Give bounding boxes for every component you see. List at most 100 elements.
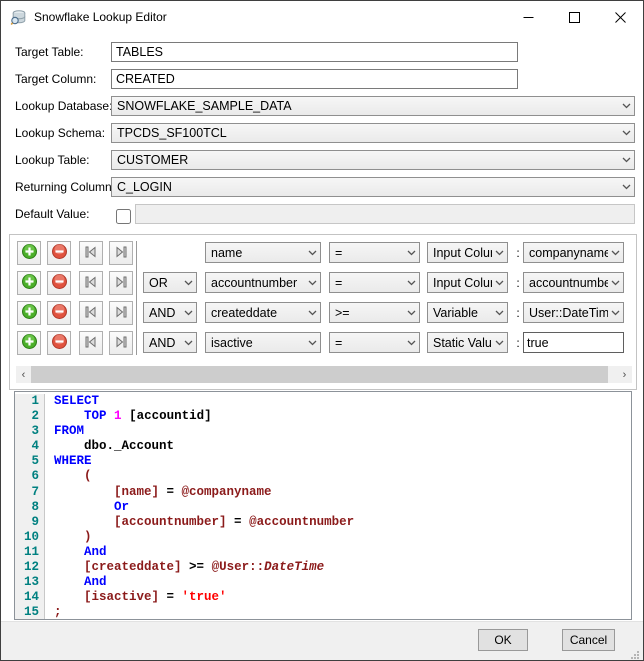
remove-row-button[interactable] (47, 301, 71, 325)
scroll-right-button[interactable]: › (617, 366, 632, 383)
condition-row: name = Input Column:companyname (10, 241, 636, 265)
scrollbar-thumb[interactable] (31, 366, 608, 383)
add-row-button[interactable] (17, 331, 41, 355)
move-first-icon (83, 274, 99, 293)
remove-row-button[interactable] (47, 241, 71, 265)
remove-row-button[interactable] (47, 271, 71, 295)
line-number: 1 (15, 394, 45, 410)
field-select[interactable]: createddate (205, 302, 321, 323)
move-last-button[interactable] (109, 241, 133, 265)
sql-line: 11 And (15, 544, 631, 561)
default-value-input[interactable] (135, 204, 635, 224)
chevron-down-icon (492, 250, 507, 256)
move-last-icon (113, 304, 129, 323)
chevron-down-icon (404, 250, 419, 256)
add-row-icon (21, 243, 38, 263)
operator-select[interactable]: >= (329, 302, 420, 323)
sql-line: 2 TOP 1 [accountid] (15, 409, 631, 425)
lookup-table-label: Lookup Table: (15, 153, 90, 167)
colon-separator: : (516, 246, 520, 260)
chevron-down-icon (305, 340, 320, 346)
colon-separator: : (516, 306, 520, 320)
line-number: 3 (15, 424, 45, 440)
line-number: 9 (15, 514, 45, 530)
value-select[interactable]: companyname (523, 242, 624, 263)
chevron-left-icon: ‹ (21, 368, 26, 381)
target-table-input[interactable] (111, 42, 518, 62)
operator-select[interactable]: = (329, 272, 420, 293)
close-icon (614, 11, 626, 23)
cancel-button[interactable]: Cancel (562, 629, 615, 651)
field-select[interactable]: name (205, 242, 321, 263)
colon-separator: : (516, 336, 520, 350)
value-type-select[interactable]: Variable (427, 302, 508, 323)
chevron-down-icon (492, 310, 507, 316)
lookup-schema-select[interactable]: TPCDS_SF100TCL (111, 123, 635, 143)
sql-preview-panel[interactable]: 1 SELECT 2 TOP 1 [accountid] 3 FROM 4 dbo._Ac… (14, 391, 632, 620)
chevron-down-icon (305, 250, 320, 256)
value-type-select[interactable]: Static Value (427, 332, 508, 353)
operator-select[interactable]: = (329, 332, 420, 353)
value-type-select[interactable]: Input Column (427, 272, 508, 293)
horizontal-scrollbar[interactable]: ‹ › (16, 366, 632, 383)
field-select[interactable]: isactive (205, 332, 321, 353)
chevron-down-icon (492, 340, 507, 346)
field-select[interactable]: accountnumber (205, 272, 321, 293)
lookup-database-select[interactable]: SNOWFLAKE_SAMPLE_DATA (111, 96, 635, 116)
operator-select[interactable]: = (329, 242, 420, 263)
line-number: 15 (15, 605, 45, 619)
conjunction-select[interactable]: OR (143, 272, 197, 293)
value-input[interactable] (523, 332, 624, 353)
sql-line: 15; (15, 605, 631, 619)
add-row-icon (21, 273, 38, 293)
move-last-button[interactable] (109, 331, 133, 355)
move-first-icon (83, 244, 99, 263)
move-last-button[interactable] (109, 271, 133, 295)
move-last-button[interactable] (109, 301, 133, 325)
move-first-icon (83, 334, 99, 353)
chevron-down-icon (404, 280, 419, 286)
scroll-left-button[interactable]: ‹ (16, 366, 31, 383)
move-first-button[interactable] (79, 271, 103, 295)
default-value-checkbox[interactable] (116, 209, 131, 224)
move-first-button[interactable] (79, 331, 103, 355)
add-row-button[interactable] (17, 271, 41, 295)
remove-row-button[interactable] (47, 331, 71, 355)
chevron-down-icon (608, 310, 623, 316)
lookup-database-label: Lookup Database: (15, 99, 113, 113)
move-first-button[interactable] (79, 301, 103, 325)
colon-separator: : (516, 276, 520, 290)
maximize-button[interactable] (551, 1, 597, 33)
chevron-down-icon (492, 280, 507, 286)
chevron-down-icon (608, 250, 623, 256)
line-number: 2 (15, 409, 45, 425)
add-row-button[interactable] (17, 241, 41, 265)
value-type-select[interactable]: Input Column (427, 242, 508, 263)
condition-row: ORaccountnumber=Input Column:accountnumb… (10, 271, 636, 295)
lookup-table-select[interactable]: CUSTOMER (111, 150, 635, 170)
default-value-label: Default Value: (15, 207, 90, 221)
line-number: 13 (15, 575, 45, 591)
line-number: 5 (15, 454, 45, 470)
sql-line: 13 And (15, 575, 631, 591)
add-row-button[interactable] (17, 301, 41, 325)
sql-code: 1 SELECT 2 TOP 1 [accountid] 3 FROM 4 dbo._Ac… (15, 392, 631, 619)
chevron-down-icon (181, 340, 196, 346)
conjunction-select[interactable]: AND (143, 332, 197, 353)
value-select[interactable]: User::DateTime (523, 302, 624, 323)
sql-line: 3 FROM (15, 424, 631, 440)
chevron-down-icon (608, 280, 623, 286)
condition-row: AND isactive = Static Value: (10, 331, 636, 355)
move-first-button[interactable] (79, 241, 103, 265)
ok-button[interactable]: OK (478, 629, 528, 651)
sql-line: 12 [createddate] >= @User::DateTime (15, 560, 631, 576)
conjunction-select[interactable]: AND (143, 302, 197, 323)
close-button[interactable] (597, 1, 643, 33)
target-column-label: Target Column: (15, 72, 97, 86)
value-select[interactable]: accountnumber (523, 272, 624, 293)
returning-column-select[interactable]: C_LOGIN (111, 177, 635, 197)
chevron-down-icon (618, 184, 634, 190)
target-column-input[interactable] (111, 69, 518, 89)
resize-grip[interactable] (630, 650, 640, 660)
minimize-button[interactable] (505, 1, 551, 33)
